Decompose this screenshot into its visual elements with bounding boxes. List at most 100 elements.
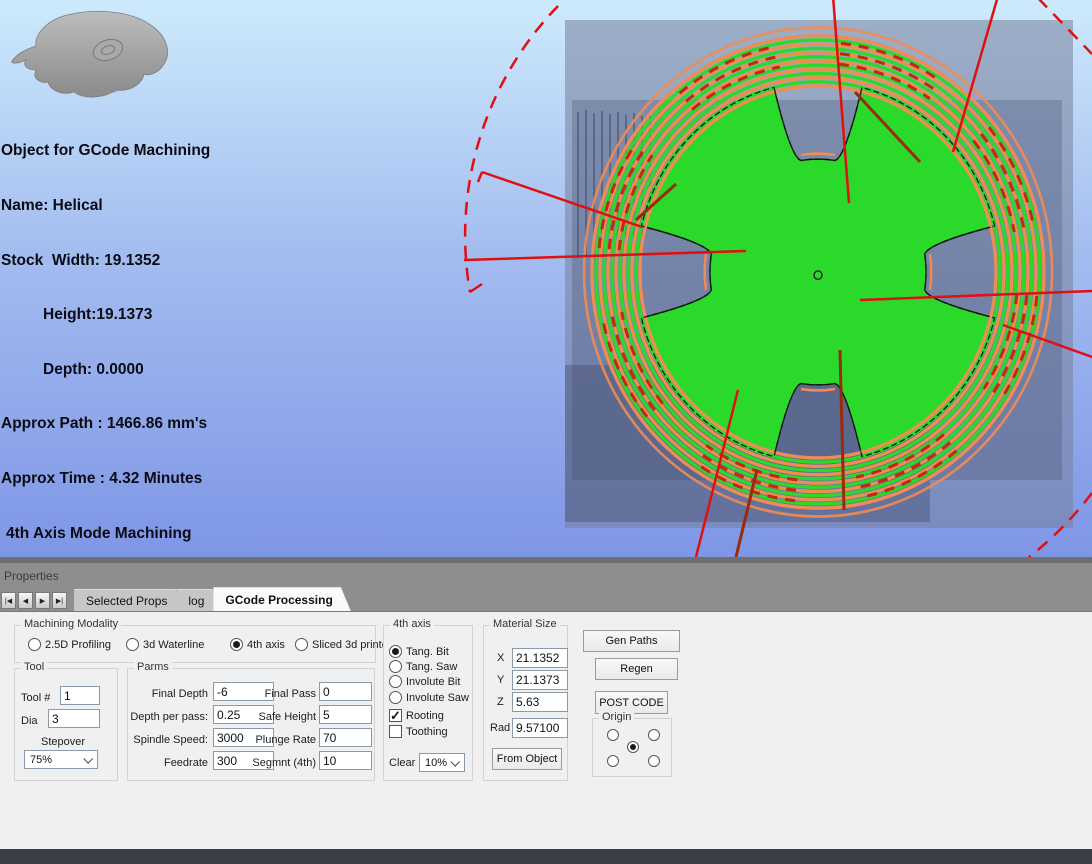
properties-title: Properties [4,569,59,583]
clear-dropdown[interactable]: 10% [419,753,465,772]
origin-group-label: Origin [599,711,634,723]
material-rad-input[interactable] [512,718,568,738]
final-pass-label: Final Pass [236,688,316,700]
tool-group: Tool Tool # Dia Stepover 75% [14,668,118,781]
material-y-input[interactable] [512,670,568,690]
info-line: Depth: 0.0000 [43,361,216,379]
3d-viewport[interactable]: Object for GCode Machining Name: Helical… [0,0,1092,557]
cam-application-window: Object for GCode Machining Name: Helical… [0,0,1092,864]
plunge-rate-input[interactable] [319,728,372,747]
radio-circle[interactable] [28,638,41,651]
spindle-speed-label: Spindle Speed: [128,734,208,746]
regen-button[interactable]: Regen [595,658,678,680]
radio-3d-waterline[interactable]: 3d Waterline [126,638,204,651]
final-pass-input[interactable] [319,682,372,701]
regen-label: Regen [620,663,652,675]
properties-titlebar: Properties [0,563,1092,588]
parms-group-label: Parms [134,661,172,673]
checkbox-label: Toothing [406,726,448,738]
info-line: 4th Axis Mode Machining [6,525,216,543]
plunge-rate-label: Plunge Rate [236,734,316,746]
radio-tang-bit[interactable]: Tang. Bit [389,645,449,658]
tab-strip: |◀ ◀ ▶ ▶| Selected Props log GCode Proce… [0,588,1092,612]
origin-radio-top-right[interactable] [648,729,660,741]
tab-gcode-processing[interactable]: GCode Processing [213,587,350,611]
radio-4th-axis[interactable]: 4th axis [230,638,285,651]
checkbox-box[interactable] [389,709,402,722]
radio-sliced-3d-printer[interactable]: Sliced 3d printer [295,638,392,651]
checkbox-box[interactable] [389,725,402,738]
from-object-label: From Object [497,753,558,765]
radio-label: 2.5D Profiling [45,639,111,651]
tab-nav-next-button[interactable]: ▶ [35,592,50,609]
chevron-down-icon [83,754,93,764]
material-rad-label: Rad [490,722,510,734]
radio-circle[interactable] [389,691,402,704]
clear-label: Clear [389,757,415,769]
radio-circle[interactable] [389,645,402,658]
dia-input[interactable] [48,709,100,728]
machining-modality-group: Machining Modality 2.5D Profiling 3d Wat… [14,625,376,663]
radio-involute-bit[interactable]: Involute Bit [389,675,460,688]
origin-radio-top-left[interactable] [607,729,619,741]
tab-selected-props[interactable]: Selected Props [74,589,185,611]
safe-height-input[interactable] [319,705,372,724]
final-depth-label: Final Depth [128,688,208,700]
radio-circle[interactable] [126,638,139,651]
material-z-label: Z [497,696,504,708]
radio-tang-saw[interactable]: Tang. Saw [389,660,457,673]
radio-circle[interactable] [295,638,308,651]
tab-nav-first-button[interactable]: |◀ [1,592,16,609]
radio-25d-profiling[interactable]: 2.5D Profiling [28,638,111,651]
radio-circle[interactable] [389,675,402,688]
segmnt-4th-input[interactable] [319,751,372,770]
tab-nav-last-button[interactable]: ▶| [52,592,67,609]
machining-modality-label: Machining Modality [21,618,121,630]
fourth-axis-group: 4th axis Tang. Bit Tang. Saw Involute Bi… [383,625,473,781]
tab-nav-prev-button[interactable]: ◀ [18,592,33,609]
post-code-label: POST CODE [599,697,664,709]
depth-per-pass-label: Depth per pass: [128,711,208,723]
gen-paths-label: Gen Paths [606,635,658,647]
radio-label: Involute Bit [406,676,460,688]
radio-circle[interactable] [389,660,402,673]
clear-value: 10% [425,757,447,769]
radio-label: 4th axis [247,639,285,651]
material-y-label: Y [497,674,504,686]
stepover-value: 75% [30,754,52,766]
stepover-label: Stepover [41,736,85,748]
radio-label: Sliced 3d printer [312,639,392,651]
gcode-processing-panel: Machining Modality 2.5D Profiling 3d Wat… [0,612,1092,849]
bottom-status-strip [0,849,1092,864]
machining-info-text: Object for GCode Machining Name: Helical… [1,106,216,634]
from-object-button[interactable]: From Object [492,748,562,770]
gen-paths-button[interactable]: Gen Paths [583,630,680,652]
checkbox-rooting[interactable]: Rooting [389,709,444,722]
material-x-input[interactable] [512,648,568,668]
checkbox-toothing[interactable]: Toothing [389,725,448,738]
info-line: Approx Time : 4.32 Minutes [1,470,216,488]
radio-label: Tang. Saw [406,661,457,673]
origin-group: Origin [592,718,672,777]
feedrate-label: Feedrate [128,757,208,769]
material-size-group-label: Material Size [490,618,560,630]
material-z-input[interactable] [512,692,568,712]
info-line: Height:19.1373 [43,306,216,324]
origin-radio-bottom-left[interactable] [607,755,619,767]
parms-group: Parms Final Depth Depth per pass: Spindl… [127,668,375,781]
origin-radio-center[interactable] [627,741,639,753]
chevron-down-icon [450,757,460,767]
safe-height-label: Safe Height [236,711,316,723]
checkbox-label: Rooting [406,710,444,722]
radio-involute-saw[interactable]: Involute Saw [389,691,469,704]
segmnt-4th-label: Segmnt (4th) [236,757,316,769]
fourth-axis-group-label: 4th axis [390,618,434,630]
dia-label: Dia [21,715,38,727]
tabs: Selected Props log GCode Processing [74,587,342,611]
radio-label: Involute Saw [406,692,469,704]
radio-circle[interactable] [230,638,243,651]
tool-group-label: Tool [21,661,47,673]
origin-radio-bottom-right[interactable] [648,755,660,767]
tool-number-input[interactable] [60,686,100,705]
stepover-dropdown[interactable]: 75% [24,750,98,769]
